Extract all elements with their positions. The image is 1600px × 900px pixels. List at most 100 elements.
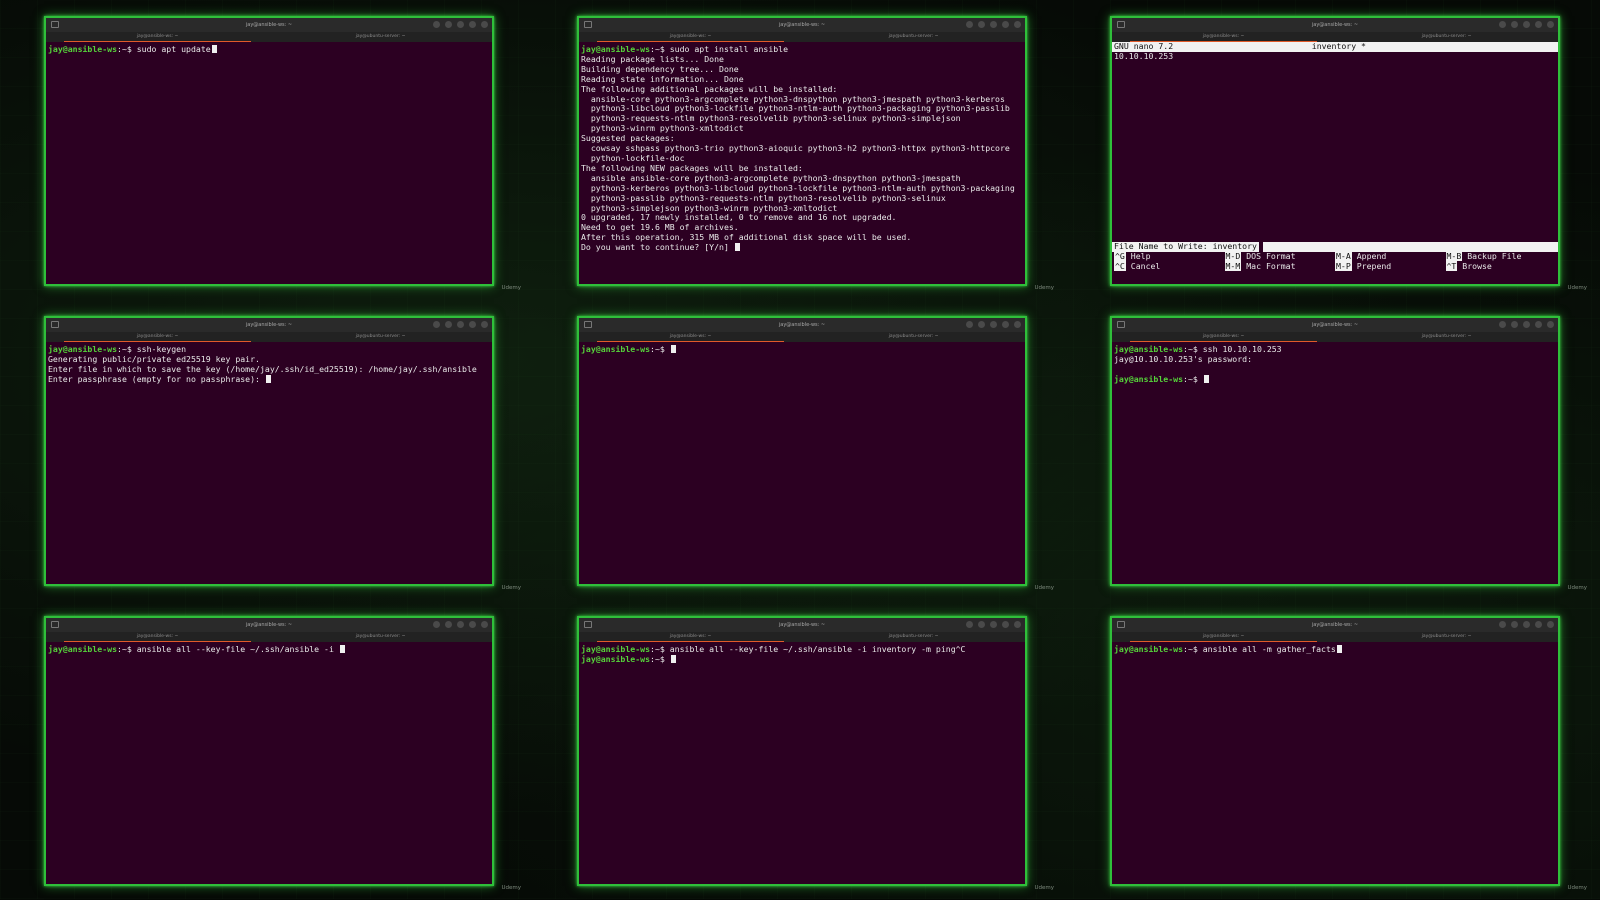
tab-ansible-ws[interactable]: jay@ansible-ws: ~ [46,32,269,42]
maximize-icon[interactable] [469,621,476,628]
close-icon[interactable] [1547,321,1554,328]
tab-ubuntu-server[interactable]: jay@ubuntu-server: ~ [269,632,492,642]
text-cursor [670,345,676,353]
minimize-icon[interactable] [1523,621,1530,628]
terminal-output[interactable]: jay@ansible-ws:~$ ssh-keygen Generating p… [46,342,492,388]
maximize-icon[interactable] [1535,321,1542,328]
terminal-window[interactable]: jay@ansible-ws: ~ jay@ansible-ws: ~ jay@ub… [577,316,1027,586]
menu-icon[interactable] [1511,621,1518,628]
maximize-icon[interactable] [469,21,476,28]
search-icon[interactable] [966,621,973,628]
tab-ubuntu-server[interactable]: jay@ubuntu-server: ~ [269,32,492,42]
maximize-icon[interactable] [1535,621,1542,628]
close-icon[interactable] [1547,621,1554,628]
close-icon[interactable] [1014,21,1021,28]
tab-ansible-ws[interactable]: jay@ansible-ws: ~ [1112,32,1335,42]
terminal-window[interactable]: jay@ansible-ws: ~ jay@ansible-ws: ~ jay@ub… [44,16,494,286]
search-icon[interactable] [1499,321,1506,328]
menu-icon[interactable] [1511,21,1518,28]
new-tab-icon[interactable] [51,621,59,628]
nano-editor-body[interactable]: 10.10.10.253 [1112,51,1558,242]
minimize-icon[interactable] [990,621,997,628]
shortcut-item[interactable]: M-P Prepend [1335,260,1446,272]
minimize-icon[interactable] [1523,21,1530,28]
search-icon[interactable] [1499,21,1506,28]
terminal-output[interactable]: jay@ansible-ws:~$ ssh 10.10.10.253 jay@10… [1112,342,1558,388]
terminal-output[interactable]: jay@ansible-ws:~$ sudo apt install ansib… [579,42,1025,256]
tab-ansible-ws[interactable]: jay@ansible-ws: ~ [1112,632,1335,642]
new-tab-icon[interactable] [584,321,592,328]
maximize-icon[interactable] [1535,21,1542,28]
tab-ubuntu-server[interactable]: jay@ubuntu-server: ~ [269,332,492,342]
search-icon[interactable] [433,621,440,628]
search-icon[interactable] [433,21,440,28]
udemy-watermark: Udemy [1034,885,1054,891]
terminal-window[interactable]: jay@ansible-ws: ~ jay@ansible-ws: ~ jay@ub… [44,616,494,886]
menu-icon[interactable] [978,321,985,328]
tab-ubuntu-server[interactable]: jay@ubuntu-server: ~ [1335,632,1558,642]
tab-ubuntu-server[interactable]: jay@ubuntu-server: ~ [1335,32,1558,42]
new-tab-icon[interactable] [1117,321,1125,328]
tab-ansible-ws[interactable]: jay@ansible-ws: ~ [46,332,269,342]
new-tab-icon[interactable] [1117,21,1125,28]
menu-icon[interactable] [978,621,985,628]
new-tab-icon[interactable] [1117,621,1125,628]
terminal-window[interactable]: jay@ansible-ws: ~ jay@ansible-ws: ~ jay@ub… [44,316,494,586]
shell-prompt: jay@ansible-ws [48,644,118,654]
close-icon[interactable] [1014,621,1021,628]
new-tab-icon[interactable] [51,21,59,28]
menu-icon[interactable] [978,21,985,28]
terminal-window[interactable]: jay@ansible-ws: ~ jay@ansible-ws: ~ jay@ub… [577,616,1027,886]
search-icon[interactable] [433,321,440,328]
tab-ansible-ws[interactable]: jay@ansible-ws: ~ [579,632,802,642]
maximize-icon[interactable] [1002,321,1009,328]
terminal-window[interactable]: jay@ansible-ws: ~ jay@ansible-ws: ~ jay@ub… [1110,16,1560,286]
minimize-icon[interactable] [457,321,464,328]
terminal-output[interactable]: jay@ansible-ws:~$ sudo apt update [46,42,492,58]
tab-ansible-ws[interactable]: jay@ansible-ws: ~ [1112,332,1335,342]
search-icon[interactable] [966,21,973,28]
new-tab-icon[interactable] [584,21,592,28]
maximize-icon[interactable] [1002,21,1009,28]
menu-icon[interactable] [445,21,452,28]
terminal-window[interactable]: jay@ansible-ws: ~ jay@ansible-ws: ~ jay@ub… [1110,616,1560,886]
close-icon[interactable] [481,621,488,628]
tab-bar: jay@ansible-ws: ~ jay@ubuntu-server: ~ [579,632,1025,642]
tab-ansible-ws[interactable]: jay@ansible-ws: ~ [579,32,802,42]
terminal-output[interactable]: jay@ansible-ws:~$ ansible all --key-file… [46,642,492,658]
search-icon[interactable] [1499,621,1506,628]
shortcut-item[interactable]: M-M Mac Format [1224,260,1336,272]
tab-ubuntu-server[interactable]: jay@ubuntu-server: ~ [802,332,1025,342]
tab-ubuntu-server[interactable]: jay@ubuntu-server: ~ [1335,332,1558,342]
tab-ansible-ws[interactable]: jay@ansible-ws: ~ [46,632,269,642]
maximize-icon[interactable] [1002,621,1009,628]
close-icon[interactable] [481,321,488,328]
close-icon[interactable] [481,21,488,28]
terminal-output[interactable]: jay@ansible-ws:~$ [579,342,1025,358]
terminal-output[interactable]: jay@ansible-ws:~$ ansible all -m gather_… [1112,642,1558,658]
new-tab-icon[interactable] [584,621,592,628]
minimize-icon[interactable] [457,21,464,28]
close-icon[interactable] [1547,21,1554,28]
tab-ansible-ws[interactable]: jay@ansible-ws: ~ [579,332,802,342]
search-icon[interactable] [966,321,973,328]
new-tab-icon[interactable] [51,321,59,328]
tab-bar: jay@ansible-ws: ~ jay@ubuntu-server: ~ [579,332,1025,342]
maximize-icon[interactable] [469,321,476,328]
menu-icon[interactable] [445,321,452,328]
shortcut-label: Backup File [1462,250,1522,261]
tab-ubuntu-server[interactable]: jay@ubuntu-server: ~ [802,32,1025,42]
shortcut-item[interactable]: ^T Browse [1445,260,1557,272]
menu-icon[interactable] [445,621,452,628]
terminal-output[interactable]: jay@ansible-ws:~$ ansible all --key-file… [579,642,1025,668]
menu-icon[interactable] [1511,321,1518,328]
close-icon[interactable] [1014,321,1021,328]
minimize-icon[interactable] [990,21,997,28]
terminal-window[interactable]: jay@ansible-ws: ~ jay@ansible-ws: ~ jay@ub… [1110,316,1560,586]
terminal-window[interactable]: jay@ansible-ws: ~ jay@ansible-ws: ~ jay@ub… [577,16,1027,286]
shortcut-item[interactable]: ^C Cancel [1114,260,1225,272]
minimize-icon[interactable] [1523,321,1530,328]
minimize-icon[interactable] [990,321,997,328]
minimize-icon[interactable] [457,621,464,628]
tab-ubuntu-server[interactable]: jay@ubuntu-server: ~ [802,632,1025,642]
